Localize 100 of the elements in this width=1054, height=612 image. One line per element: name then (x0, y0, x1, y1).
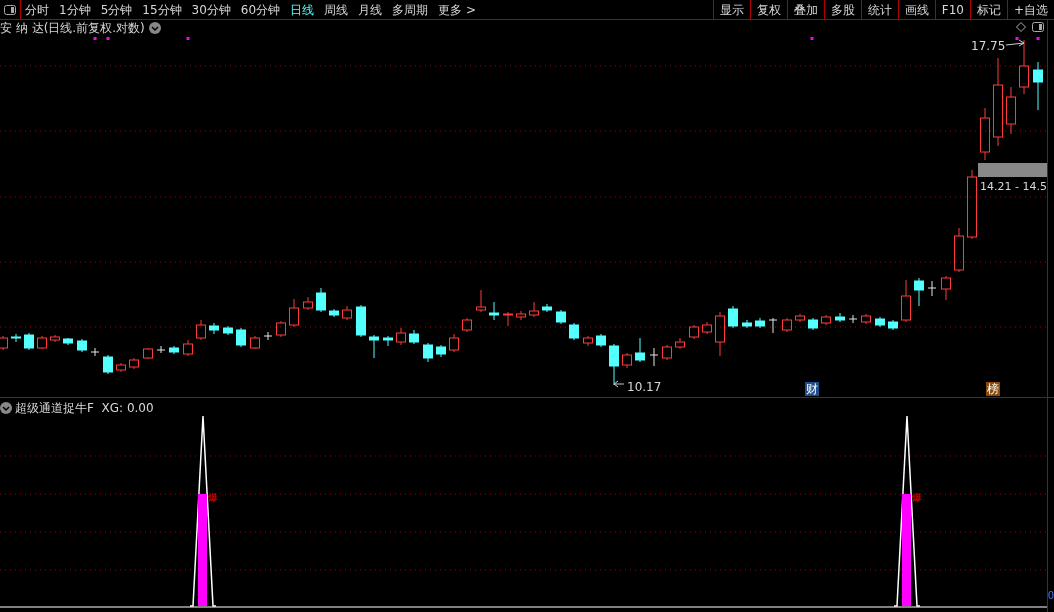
candlestick (875, 316, 885, 328)
candlestick (967, 169, 977, 240)
candlestick (129, 357, 139, 370)
candlestick (143, 347, 153, 360)
candlestick (954, 227, 964, 273)
period-tab[interactable]: 5分钟 (100, 0, 133, 19)
candlestick (675, 337, 685, 350)
candlestick (569, 322, 579, 341)
candlestick (927, 280, 937, 297)
toolbar-button[interactable]: 标记 (969, 0, 1007, 19)
price-range-bar (978, 163, 1047, 177)
period-tab[interactable]: 更多 > (438, 0, 476, 19)
candlestick (808, 317, 818, 331)
candlestick (980, 107, 990, 161)
candlestick (116, 362, 126, 373)
candlestick (369, 334, 379, 359)
candlestick (449, 333, 459, 353)
candlestick (423, 342, 433, 363)
diamond-icon[interactable] (1016, 22, 1026, 32)
candlestick (1006, 86, 1016, 135)
period-tab[interactable]: 多周期 (392, 0, 429, 19)
dropdown-icon[interactable] (148, 22, 161, 34)
period-tab[interactable]: 60分钟 (240, 0, 281, 19)
candlestick (50, 334, 60, 343)
candlestick (755, 317, 765, 329)
period-tab[interactable]: 月线 (358, 0, 383, 19)
candlestick (11, 333, 21, 343)
candlestick (276, 320, 286, 338)
candlestick (861, 313, 871, 325)
period-tab[interactable]: 分时 (25, 0, 49, 19)
candlestick (183, 339, 193, 357)
candlestick (888, 319, 898, 331)
period-tab[interactable]: 30分钟 (191, 0, 231, 19)
candlestick (702, 321, 712, 335)
signal-label: 爆 (912, 491, 922, 505)
candlestick (728, 305, 738, 329)
candlestick (396, 327, 406, 346)
candlestick (821, 314, 831, 326)
candlestick (156, 345, 166, 354)
candlestick (37, 335, 47, 350)
arrow-icon (613, 380, 625, 388)
candlestick (250, 335, 260, 350)
period-tab[interactable]: 1分钟 (59, 0, 91, 19)
dropdown-icon[interactable] (0, 402, 12, 414)
candlestick (329, 308, 339, 318)
toolbar-button[interactable]: +自选 (1006, 0, 1054, 19)
toolbar-button[interactable]: 统计 (860, 0, 898, 19)
candlestick (649, 347, 659, 367)
candlestick (289, 298, 299, 328)
axis-label: 0 (1047, 589, 1054, 603)
toolbar-button[interactable]: 复权 (749, 0, 787, 19)
candlestick (835, 312, 845, 323)
candlestick (196, 319, 206, 341)
candlestick (516, 310, 526, 321)
candlestick (782, 317, 792, 333)
candlestick (342, 305, 352, 321)
candlestick (462, 317, 472, 333)
signal-label: 爆 (208, 491, 218, 505)
candlestick (90, 347, 100, 357)
candlestick (901, 279, 911, 323)
period-tab[interactable]: 日线 (290, 0, 315, 19)
toolbar-button[interactable]: 显示 (712, 0, 750, 19)
candlestick (635, 337, 645, 363)
candlestick (263, 331, 273, 341)
candlestick (542, 303, 552, 313)
candlestick (383, 335, 393, 347)
candlestick (0, 335, 8, 351)
event-marker[interactable]: 财 (805, 382, 819, 396)
panel-toggle-icon[interactable] (4, 4, 16, 15)
panel-toggle-icon[interactable] (1032, 22, 1044, 32)
toolbar-button[interactable]: 多股 (823, 0, 861, 19)
candlestick (63, 337, 73, 346)
low-price-label: 10.17 (627, 379, 662, 396)
toolbar-button[interactable]: F10 (934, 0, 970, 19)
candlestick (236, 327, 246, 348)
candlestick (356, 304, 366, 338)
candlestick (476, 289, 486, 313)
candlestick (529, 301, 539, 318)
period-tab[interactable]: 周线 (324, 0, 349, 19)
toolbar-button[interactable]: 画线 (897, 0, 935, 19)
candlestick (596, 333, 606, 348)
candlestick (409, 329, 419, 345)
candlestick (914, 277, 924, 307)
candlestick (848, 314, 858, 324)
candlestick (223, 325, 233, 336)
candlestick (556, 309, 566, 325)
event-marker[interactable]: 榜 (986, 382, 1000, 396)
toolbar-button[interactable]: 叠加 (786, 0, 824, 19)
candlestick (489, 301, 499, 321)
candlestick (715, 311, 725, 357)
candlestick (609, 343, 619, 386)
candlestick (77, 338, 87, 353)
candlestick (303, 296, 313, 311)
period-tab[interactable]: 15分钟 (142, 0, 182, 19)
candlestick (503, 311, 513, 327)
candlestick (583, 335, 593, 347)
candlestick (436, 344, 446, 358)
candlestick (622, 352, 632, 369)
candlestick (316, 287, 326, 313)
candlestick (1033, 61, 1043, 111)
